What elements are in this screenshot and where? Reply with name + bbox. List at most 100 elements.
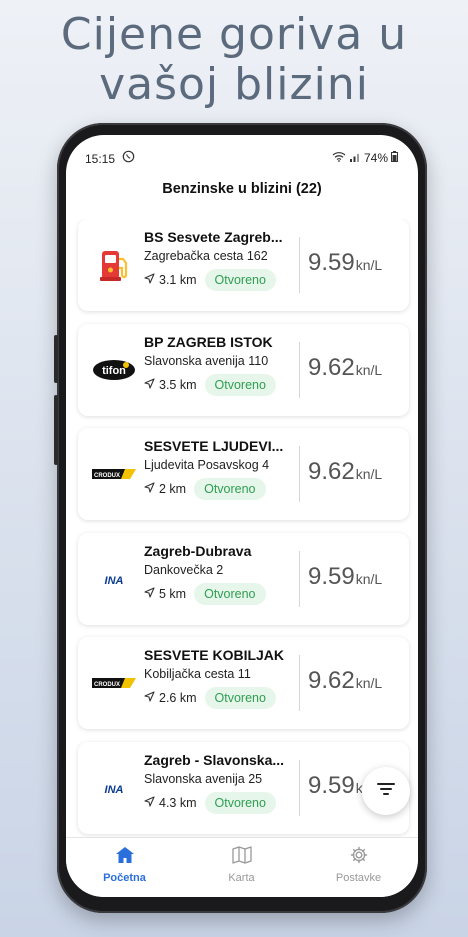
card-divider — [299, 760, 300, 816]
station-meta: 4.3 km Otvoreno — [144, 792, 304, 814]
navigation-arrow-icon — [144, 587, 155, 601]
status-right: 74% — [332, 151, 398, 165]
station-address: Slavonska avenija 110 — [144, 354, 269, 368]
station-address: Zagrebačka cesta 162 — [144, 249, 268, 263]
phone-frame: 15:15 74% Benzinske u blizini (22) BS Se… — [54, 123, 427, 913]
open-status-badge: Otvoreno — [204, 792, 276, 814]
crodux-logo-text: CRODUX — [94, 682, 120, 688]
fuel-price: 9.62kn/L — [308, 667, 382, 695]
home-icon — [115, 847, 135, 868]
tab-map-label: Karta — [228, 872, 255, 884]
station-name: Zagreb - Slavonska... — [144, 752, 285, 768]
open-status-badge: Otvoreno — [204, 374, 276, 396]
station-meta: 5 km Otvoreno — [144, 583, 304, 605]
fuel-price: 9.59kn/L — [308, 249, 382, 277]
station-meta: 2 km Otvoreno — [144, 478, 304, 500]
price-value: 9.59 — [308, 772, 355, 799]
station-card[interactable]: tifon BP ZAGREB ISTOK Slavonska avenija … — [78, 324, 409, 416]
filter-icon — [376, 781, 396, 802]
navigation-arrow-icon — [144, 482, 155, 496]
tab-settings-label: Postavke — [335, 872, 382, 884]
crodux-logo: CRODUX — [92, 452, 136, 496]
fuel-pump-icon — [92, 243, 136, 287]
station-card[interactable]: CRODUX SESVETE KOBILJAK Kobiljačka cesta… — [78, 637, 409, 729]
fuel-price: 9.59kn/L — [308, 563, 382, 591]
app-screen: 15:15 74% Benzinske u blizini (22) BS Se… — [66, 135, 418, 897]
promo-headline: Cijene goriva u vašoj blizini — [0, 10, 468, 110]
signal-icon — [349, 151, 361, 165]
tab-map[interactable]: Karta — [183, 846, 300, 884]
headline-line-2: vašoj blizini — [99, 59, 369, 110]
price-value: 9.62 — [308, 354, 355, 381]
price-value: 9.62 — [308, 458, 355, 485]
price-unit: kn/L — [355, 257, 383, 273]
station-name: BP ZAGREB ISTOK — [144, 334, 273, 350]
map-icon — [231, 846, 252, 868]
ina-logo-text: INA — [105, 575, 124, 587]
open-status-badge: Otvoreno — [204, 687, 276, 709]
station-address: Ljudevita Posavskog 4 — [144, 458, 270, 472]
station-info: SESVETE KOBILJAK Kobiljačka cesta 11 2.6… — [144, 647, 304, 709]
station-card[interactable]: BS Sesvete Zagreb... Zagrebačka cesta 16… — [78, 219, 409, 311]
navigation-arrow-icon — [144, 378, 155, 392]
station-distance: 2 km — [159, 482, 187, 496]
station-card[interactable]: CRODUX SESVETE LJUDEVI... Ljudevita Posa… — [78, 428, 409, 520]
phone-volume-button — [54, 335, 58, 383]
price-unit: kn/L — [355, 362, 383, 378]
wifi-icon — [332, 151, 346, 165]
fuel-price: 9.62kn/L — [308, 354, 382, 382]
tab-home[interactable]: Početna — [66, 846, 183, 884]
station-meta: 3.1 km Otvoreno — [144, 269, 304, 291]
station-distance: 5 km — [159, 587, 187, 601]
station-address: Kobiljačka cesta 11 — [144, 667, 251, 681]
battery-icon — [391, 151, 398, 165]
bottom-navigation: Početna Karta Postavke — [66, 837, 418, 897]
card-divider — [299, 551, 300, 607]
station-distance: 2.6 km — [159, 691, 197, 705]
headline-line-1: Cijene goriva u — [60, 9, 408, 60]
open-status-badge: Otvoreno — [194, 478, 266, 500]
station-address: Slavonska avenija 25 — [144, 772, 263, 786]
station-info: SESVETE LJUDEVI... Ljudevita Posavskog 4… — [144, 438, 304, 500]
station-distance: 4.3 km — [159, 796, 197, 810]
station-meta: 3.5 km Otvoreno — [144, 374, 304, 396]
tifon-logo: tifon — [92, 348, 136, 392]
tifon-logo-text: tifon — [102, 365, 126, 377]
open-status-badge: Otvoreno — [194, 583, 266, 605]
station-card[interactable]: INA Zagreb-Dubrava Dankovečka 2 5 km Otv… — [78, 533, 409, 625]
page-title: Benzinske u blizini (22) — [162, 181, 322, 197]
station-info: Zagreb - Slavonska... Slavonska avenija … — [144, 752, 304, 814]
navigation-arrow-icon — [144, 796, 155, 810]
price-value: 9.59 — [308, 249, 355, 276]
fuel-price: 9.62kn/L — [308, 458, 382, 486]
ina-logo-text: INA — [105, 784, 124, 796]
ina-logo: INA — [92, 766, 136, 810]
navigation-arrow-icon — [144, 273, 155, 287]
station-name: SESVETE LJUDEVI... — [144, 438, 284, 454]
status-bar: 15:15 74% — [66, 135, 418, 179]
station-distance: 3.5 km — [159, 378, 197, 392]
station-list[interactable]: BS Sesvete Zagreb... Zagrebačka cesta 16… — [66, 219, 418, 837]
tab-settings[interactable]: Postavke — [300, 846, 417, 884]
station-info: BS Sesvete Zagreb... Zagrebačka cesta 16… — [144, 229, 304, 291]
open-status-badge: Otvoreno — [204, 269, 276, 291]
tab-home-label: Početna — [103, 872, 146, 884]
price-value: 9.59 — [308, 563, 355, 590]
ina-logo: INA — [92, 557, 136, 601]
whatsapp-icon — [122, 150, 135, 166]
station-name: BS Sesvete Zagreb... — [144, 229, 283, 245]
station-card[interactable]: INA Zagreb - Slavonska... Slavonska aven… — [78, 742, 409, 834]
card-divider — [299, 446, 300, 502]
price-value: 9.62 — [308, 667, 355, 694]
price-unit: kn/L — [355, 571, 383, 587]
card-divider — [299, 342, 300, 398]
station-meta: 2.6 km Otvoreno — [144, 687, 304, 709]
navigation-arrow-icon — [144, 691, 155, 705]
station-name: Zagreb-Dubrava — [144, 543, 252, 559]
crodux-logo: CRODUX — [92, 661, 136, 705]
battery-percent: 74% — [363, 151, 388, 165]
status-time: 15:15 — [85, 152, 116, 166]
card-divider — [299, 655, 300, 711]
filter-button[interactable] — [362, 767, 410, 815]
station-distance: 3.1 km — [159, 273, 197, 287]
